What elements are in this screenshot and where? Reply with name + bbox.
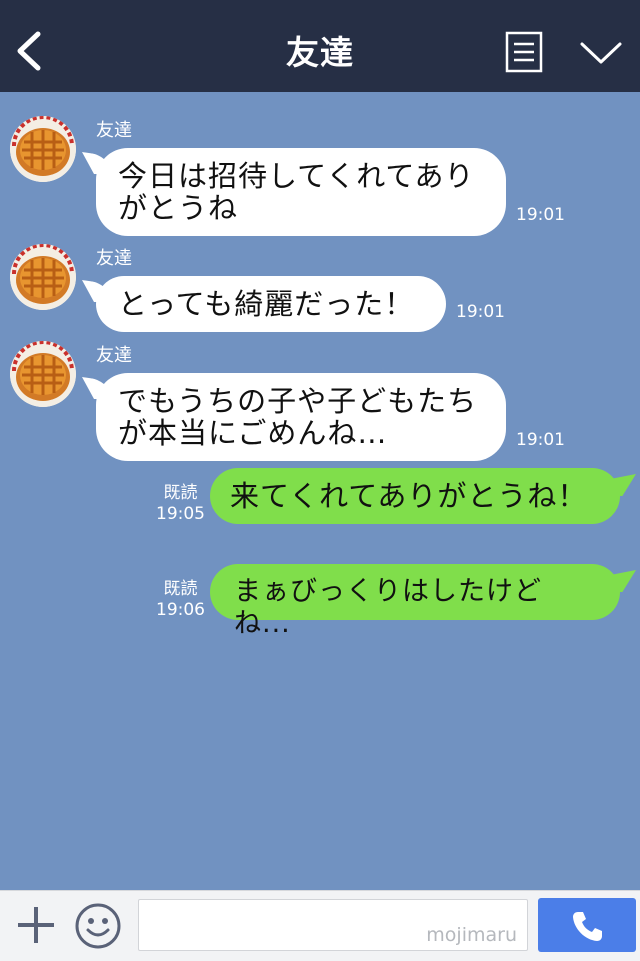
message-input[interactable]: mojimaru	[138, 899, 528, 951]
smiley-icon	[75, 903, 121, 949]
incoming-message-bubble[interactable]: でもうちの子や子どもたち が本当にごめんね…	[96, 373, 506, 461]
menu-button[interactable]	[578, 36, 624, 70]
outgoing-message-bubble[interactable]: 来てくれてありがとうね！	[210, 468, 620, 524]
message-time: 19:01	[516, 430, 565, 450]
message-time: 19:01	[516, 205, 565, 225]
chat-title: 友達	[286, 33, 354, 72]
outgoing-message-bubble[interactable]: まぁびっくりはしたけどね...	[210, 564, 620, 639]
incoming-message-bubble[interactable]: 今日は招待してくれてあり がとうね	[96, 148, 506, 236]
emoji-button[interactable]	[74, 902, 122, 950]
read-label: 既読	[163, 579, 198, 599]
sender-name: 友達	[96, 248, 132, 269]
read-receipt: 既読 19:06	[156, 579, 205, 621]
input-bar: mojimaru	[0, 890, 640, 961]
incoming-message-bubble[interactable]: とっても綺麗だった！	[96, 276, 446, 332]
message-time: 19:01	[456, 302, 505, 322]
add-button[interactable]	[14, 903, 58, 947]
chevron-down-icon	[580, 42, 622, 64]
message-text-line: がとうね	[118, 191, 239, 225]
message-text: まぁびっくりはしたけどね...	[234, 576, 542, 639]
message-time: 19:06	[156, 600, 205, 620]
notes-button[interactable]	[505, 31, 543, 73]
pie-avatar-icon	[10, 244, 76, 310]
pie-avatar-icon	[10, 341, 76, 407]
message-text: 来てくれてありがとうね！	[230, 479, 588, 513]
message-text-line: 今日は招待してくれてあり	[118, 159, 475, 193]
note-icon	[505, 31, 543, 73]
watermark-text: mojimaru	[426, 924, 517, 946]
plus-icon	[18, 907, 54, 943]
read-receipt: 既読 19:05	[156, 483, 205, 525]
avatar[interactable]	[10, 341, 76, 407]
message-text-line: でもうちの子や子どもたち	[118, 384, 478, 418]
read-label: 既読	[163, 483, 198, 503]
chat-header: 友達	[0, 0, 640, 92]
call-button[interactable]	[538, 898, 636, 952]
sender-name: 友達	[96, 345, 132, 366]
pie-avatar-icon	[10, 116, 76, 182]
avatar[interactable]	[10, 116, 76, 182]
sender-name: 友達	[96, 120, 132, 141]
message-text-line: とっても綺麗だった！	[118, 287, 415, 321]
avatar[interactable]	[10, 244, 76, 310]
message-text-line: が本当にごめんね…	[118, 416, 388, 450]
phone-icon	[573, 912, 602, 941]
message-time: 19:05	[156, 504, 205, 524]
chat-area[interactable]: 友達 今日は招待してくれてあり がとうね 19:01 友達 とっても綺麗だった！…	[0, 92, 640, 890]
